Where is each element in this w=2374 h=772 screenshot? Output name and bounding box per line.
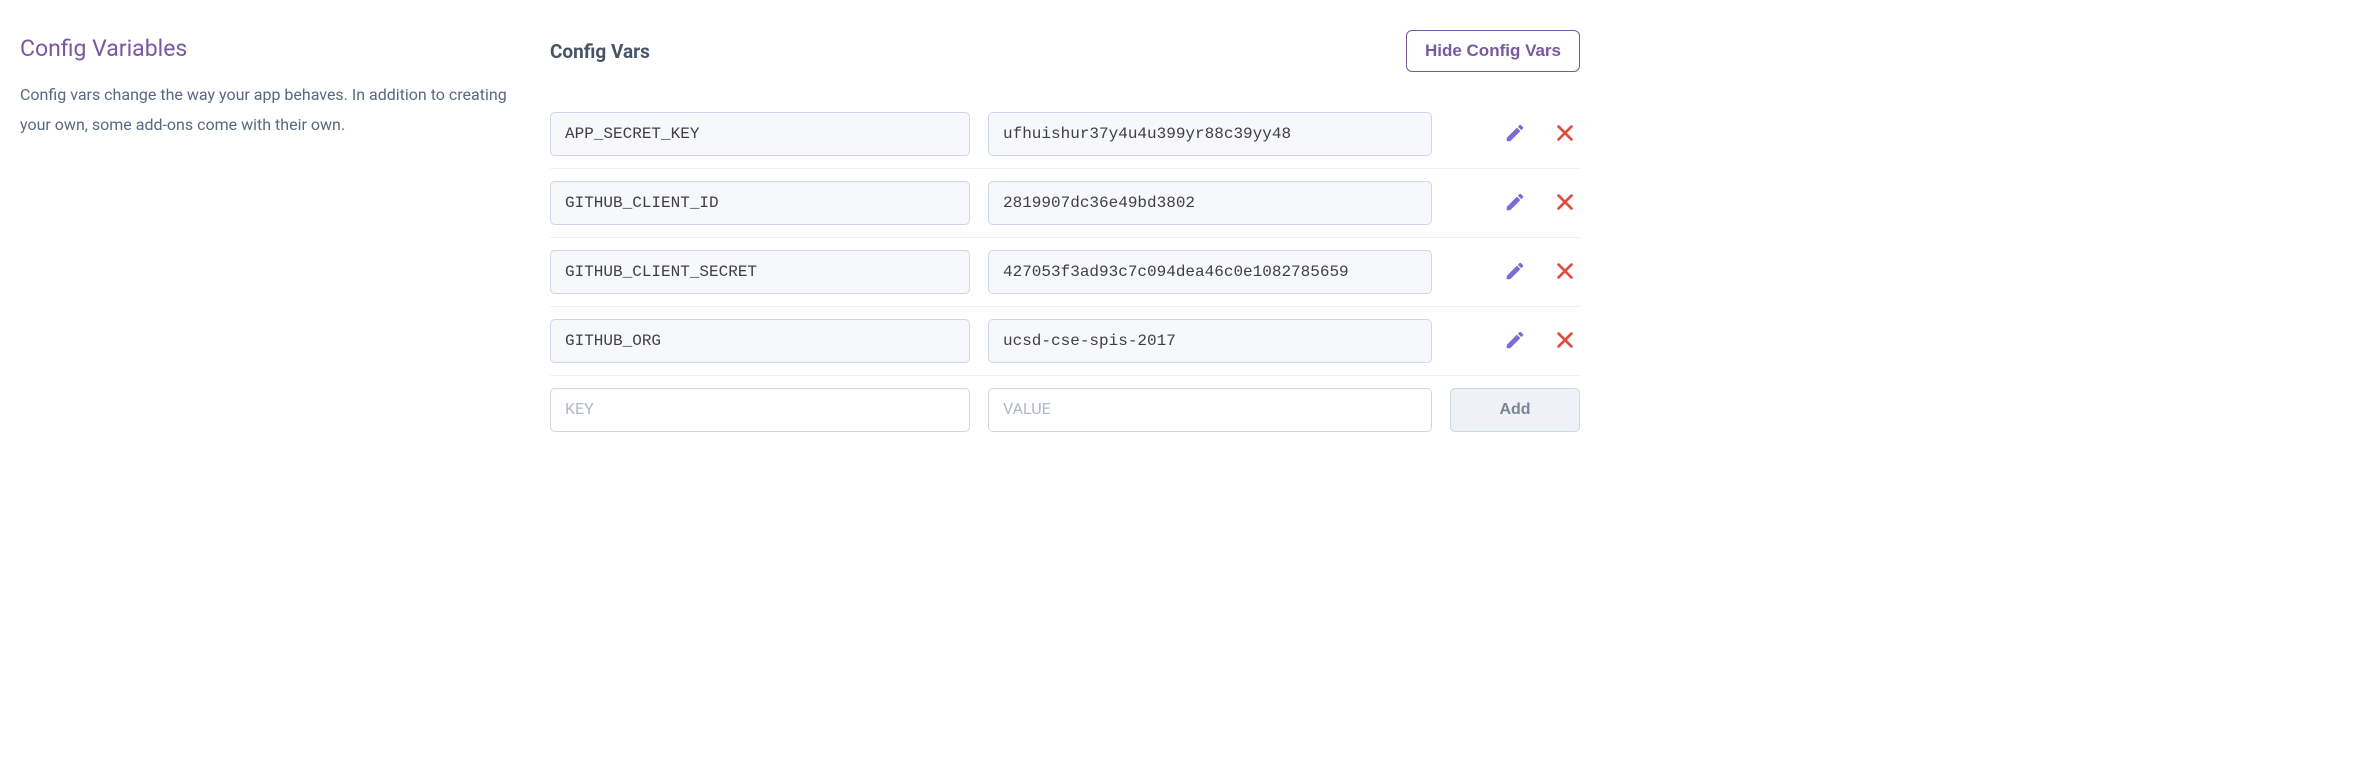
config-vars-table: Add (550, 100, 1580, 444)
config-main: Config Vars Hide Config Vars (550, 30, 1580, 444)
row-actions (1450, 187, 1580, 220)
pencil-icon (1504, 329, 1526, 354)
new-key-input[interactable] (550, 388, 970, 432)
x-icon (1554, 260, 1576, 285)
pencil-icon (1504, 122, 1526, 147)
delete-button[interactable] (1550, 256, 1580, 289)
x-icon (1554, 329, 1576, 354)
row-actions (1450, 256, 1580, 289)
sidebar-description: Config vars change the way your app beha… (20, 80, 510, 141)
edit-button[interactable] (1500, 256, 1530, 289)
pencil-icon (1504, 191, 1526, 216)
config-var-key-input[interactable] (550, 112, 970, 156)
section-header: Config Vars Hide Config Vars (550, 30, 1580, 72)
delete-button[interactable] (1550, 187, 1580, 220)
pencil-icon (1504, 260, 1526, 285)
edit-button[interactable] (1500, 187, 1530, 220)
config-sidebar: Config Variables Config vars change the … (20, 30, 510, 444)
config-var-row (550, 100, 1580, 169)
config-var-value-input[interactable] (988, 319, 1432, 363)
config-var-row (550, 238, 1580, 307)
new-value-input[interactable] (988, 388, 1432, 432)
edit-button[interactable] (1500, 118, 1530, 151)
new-config-var-row: Add (550, 376, 1580, 444)
config-var-key-input[interactable] (550, 181, 970, 225)
config-var-row (550, 307, 1580, 376)
config-var-value-input[interactable] (988, 250, 1432, 294)
config-var-key-input[interactable] (550, 250, 970, 294)
x-icon (1554, 191, 1576, 216)
delete-button[interactable] (1550, 118, 1580, 151)
row-actions (1450, 118, 1580, 151)
delete-button[interactable] (1550, 325, 1580, 358)
config-var-row (550, 169, 1580, 238)
config-var-key-input[interactable] (550, 319, 970, 363)
config-var-value-input[interactable] (988, 181, 1432, 225)
config-var-value-input[interactable] (988, 112, 1432, 156)
sidebar-title: Config Variables (20, 35, 510, 62)
add-button[interactable]: Add (1450, 388, 1580, 432)
x-icon (1554, 122, 1576, 147)
section-title: Config Vars (550, 40, 650, 63)
row-actions (1450, 325, 1580, 358)
edit-button[interactable] (1500, 325, 1530, 358)
hide-config-vars-button[interactable]: Hide Config Vars (1406, 30, 1580, 72)
